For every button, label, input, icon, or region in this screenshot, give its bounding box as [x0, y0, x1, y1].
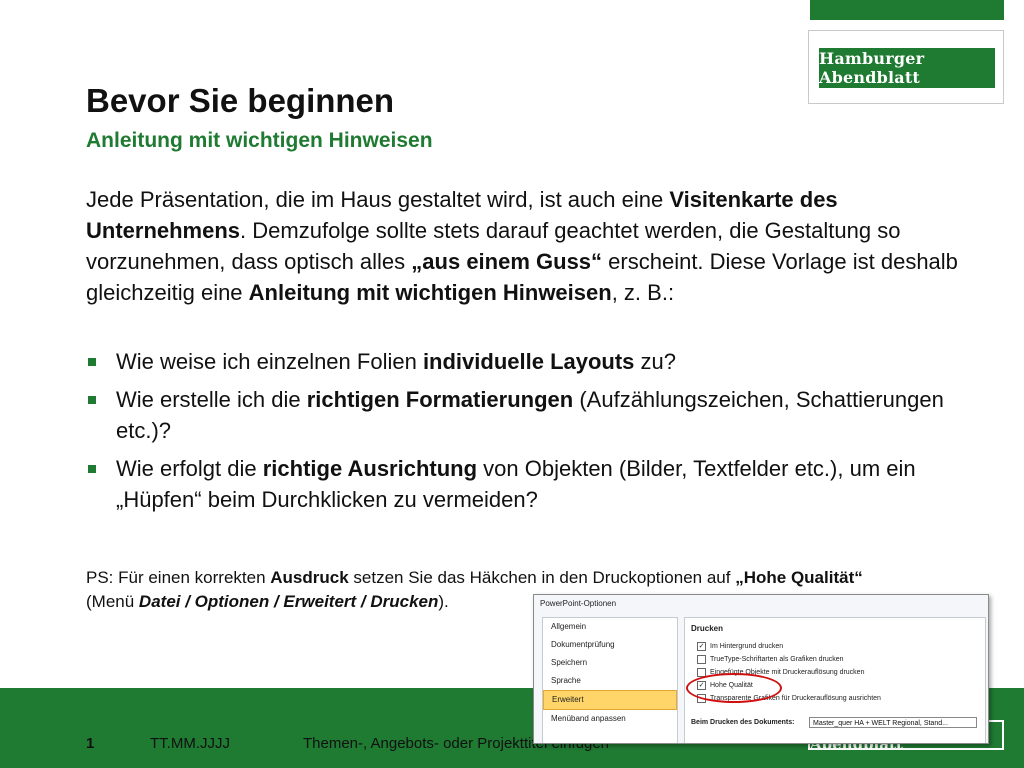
dialog-title: PowerPoint-Optionen	[540, 599, 617, 608]
print-option[interactable]: ✓ Im Hintergrund drucken	[697, 642, 783, 651]
print-option[interactable]: TrueType-Schriftarten als Grafiken druck…	[697, 655, 844, 664]
bullet-list: Wie weise ich einzelnen Folien individue…	[86, 346, 986, 522]
intro-text: , z. B.:	[611, 280, 675, 305]
sidebar-item-sprache[interactable]: Sprache	[543, 672, 677, 690]
bullet-text: Wie weise ich einzelnen Folien	[116, 349, 423, 374]
intro-text: „aus einem Guss“	[411, 249, 603, 274]
ps-text: ).	[438, 592, 449, 611]
powerpoint-options-screenshot: PowerPoint-Optionen Allgemein Dokumentprü…	[533, 594, 989, 744]
bullet-square-icon	[88, 396, 96, 404]
print-section-title: Drucken	[691, 624, 724, 633]
footer-date: TT.MM.JJJJ	[150, 735, 230, 752]
options-sidebar: Allgemein Dokumentprüfung Speichern Sprache…	[542, 617, 678, 743]
sidebar-item-speichern[interactable]: Speichern	[543, 654, 677, 672]
bullet-text: richtigen Formatierungen	[306, 387, 574, 412]
sidebar-item-erweitert[interactable]: Erweitert	[543, 690, 677, 710]
slide-title: Bevor Sie beginnen	[86, 82, 395, 119]
bullet-text: zu?	[634, 349, 677, 374]
bullet-item: Wie erfolgt die richtige Ausrichtung von…	[86, 453, 986, 515]
hamburger-abendblatt-logo: Hamburger Abendblatt	[819, 48, 995, 88]
checkbox-icon[interactable]	[697, 655, 706, 664]
bullet-text: individuelle Layouts	[422, 349, 635, 374]
bullet-text: richtige Ausrichtung	[262, 456, 478, 481]
intro-text: Jede Präsentation, die im Haus gestaltet…	[86, 187, 670, 212]
ps-text: Ausdruck	[270, 568, 349, 587]
bullet-text: Wie erfolgt die	[116, 456, 263, 481]
page-number: 1	[86, 735, 95, 752]
doc-print-label: Beim Drucken des Dokuments:	[691, 719, 795, 726]
slide-subtitle: Anleitung mit wichtigen Hinweisen	[86, 129, 433, 152]
ps-text: setzen Sie das Häkchen in den Druckoptio…	[348, 568, 736, 587]
bullet-item: Wie erstelle ich die richtigen Formatier…	[86, 384, 986, 446]
doc-print-select[interactable]: Master_quer HA + WELT Regional, Stand...	[809, 717, 977, 728]
intro-text: Anleitung mit wichtigen Hinweisen	[248, 280, 612, 305]
bullet-square-icon	[88, 465, 96, 473]
sidebar-item-allgemein[interactable]: Allgemein	[543, 618, 677, 636]
print-option-label: TrueType-Schriftarten als Grafiken druck…	[710, 656, 844, 663]
bullet-item: Wie weise ich einzelnen Folien individue…	[86, 346, 986, 377]
ps-text: Datei / Optionen / Erweitert / Drucken	[138, 592, 439, 611]
print-option-label: Im Hintergrund drucken	[710, 643, 784, 650]
top-brand-bar	[810, 0, 1004, 20]
ps-text: „Hohe Qualität“	[735, 568, 863, 587]
highlight-oval	[686, 673, 782, 703]
bullet-text: Wie erstelle ich die	[116, 387, 307, 412]
intro-paragraph: Jede Präsentation, die im Haus gestaltet…	[86, 184, 986, 308]
logo-box: Hamburger Abendblatt	[808, 30, 1004, 104]
ps-text: PS: Für einen korrekten	[86, 568, 271, 587]
checkbox-icon[interactable]: ✓	[697, 642, 706, 651]
sidebar-item-menüband anpassen[interactable]: Menüband anpassen	[543, 710, 677, 728]
sidebar-item-dokumentprüfung[interactable]: Dokumentprüfung	[543, 636, 677, 654]
bullet-square-icon	[88, 358, 96, 366]
ps-text: (Menü	[86, 592, 139, 611]
